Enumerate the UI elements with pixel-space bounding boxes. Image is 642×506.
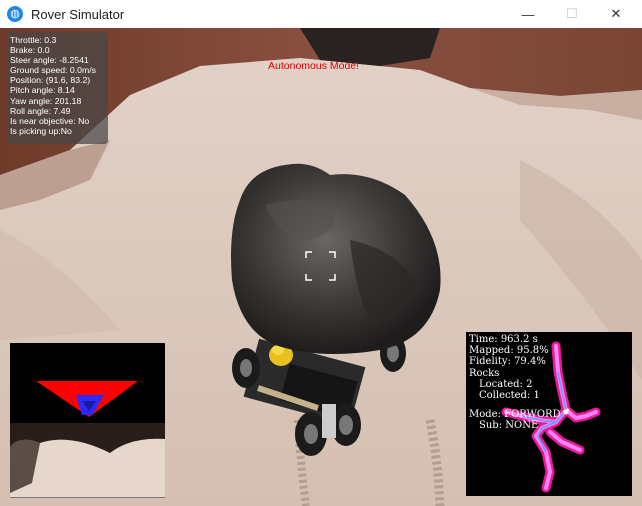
rocks-heading: Rocks xyxy=(469,367,500,379)
close-button[interactable]: ✕ xyxy=(594,0,638,28)
maximize-button[interactable]: ☐ xyxy=(550,0,594,28)
brake-readout: Brake: 0.0 xyxy=(10,45,50,56)
speed-readout: Ground speed: 0.0m/s xyxy=(10,65,96,76)
sub-mode-stat: Sub: NONE xyxy=(479,420,539,432)
telemetry-panel: Throttle: 0.3 Brake: 0.0 Steer angle: -8… xyxy=(7,32,108,144)
steer-readout: Steer angle: -8.2541 xyxy=(10,55,89,66)
pitch-readout: Pitch angle: 8.14 xyxy=(10,85,75,96)
roll-readout: Roll angle: 7.49 xyxy=(10,105,71,116)
mode-stat: Mode: FORWORD xyxy=(469,409,561,421)
rocks-collected-stat: Collected: 1 xyxy=(479,390,540,402)
position-readout: Position: (91.6, 83.2) xyxy=(10,75,91,86)
window-title: Rover Simulator xyxy=(31,6,125,22)
rover-vision-view xyxy=(10,343,165,498)
autonomous-mode-banner: Autonomous Mode! xyxy=(268,60,360,72)
picking-up-readout: Is picking up:No xyxy=(10,125,72,136)
stats-text: Time: 963.2 s Mapped: 95.8% Fidelity: 79… xyxy=(469,334,561,432)
throttle-readout: Throttle: 0.3 xyxy=(10,35,57,45)
yaw-readout: Yaw angle: 201.18 xyxy=(10,95,82,106)
minimize-button[interactable]: — xyxy=(506,0,550,28)
fidelity-stat: Fidelity: 79.4% xyxy=(469,356,546,368)
mapped-stat: Mapped: 95.8% xyxy=(469,345,549,357)
window-titlebar: ◍ Rover Simulator — ☐ ✕ xyxy=(0,0,642,29)
unity-icon: ◍ xyxy=(7,6,23,22)
world-map-panel: Time: 963.2 s Mapped: 95.8% Fidelity: 79… xyxy=(466,332,632,496)
near-objective-readout: Is near objective: No xyxy=(10,115,90,126)
rocks-located-stat: Located: 2 xyxy=(479,378,533,390)
time-stat: Time: 963.2 s xyxy=(469,334,538,345)
